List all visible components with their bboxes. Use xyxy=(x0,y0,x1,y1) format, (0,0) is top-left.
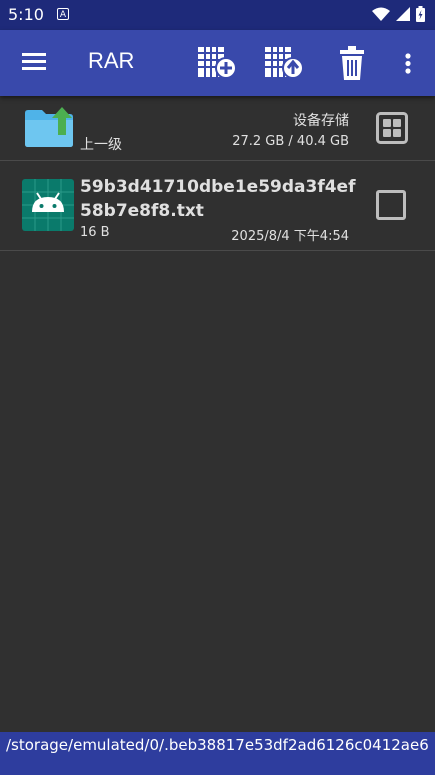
extract-button[interactable] xyxy=(264,44,304,84)
status-time: 5:10 xyxy=(8,5,44,24)
parent-directory-label: 上一级 xyxy=(80,137,122,153)
status-icons xyxy=(372,6,425,22)
add-to-archive-button[interactable] xyxy=(197,44,237,84)
menu-icon[interactable] xyxy=(20,50,48,76)
current-path: /storage/emulated/0/.beb38817e53df2ad612… xyxy=(0,732,435,775)
grid-select-icon xyxy=(376,112,408,144)
storage-size: 27.2 GB / 40.4 GB xyxy=(232,134,349,149)
android-file-icon xyxy=(22,179,74,231)
wifi-icon xyxy=(372,7,390,21)
parent-directory-row[interactable]: 上一级 设备存储 27.2 GB / 40.4 GB xyxy=(0,97,435,161)
more-options-button[interactable] xyxy=(398,44,418,84)
notification-icon: A xyxy=(57,8,69,20)
app-title: RAR xyxy=(88,48,135,73)
select-all-button[interactable] xyxy=(376,112,408,144)
battery-icon xyxy=(416,6,425,22)
signal-icon xyxy=(396,7,410,21)
file-name: 59b3d41710dbe1e59da3f4ef58b7e8f8.txt xyxy=(80,177,356,221)
file-list-item[interactable]: 59b3d41710dbe1e59da3f4ef58b7e8f8.txt 16 … xyxy=(0,161,435,251)
status-bar: 5:10 A xyxy=(0,0,435,30)
delete-button[interactable] xyxy=(336,44,376,84)
file-size: 16 B xyxy=(80,225,110,240)
file-date: 2025/8/4 下午4:54 xyxy=(231,229,349,244)
more-vert-icon xyxy=(405,53,411,74)
add-to-archive-icon xyxy=(198,47,237,79)
extract-icon xyxy=(265,47,304,79)
file-checkbox[interactable] xyxy=(376,190,406,220)
storage-label: 设备存储 xyxy=(293,113,349,129)
app-toolbar: RAR xyxy=(0,30,435,96)
folder-up-icon xyxy=(25,107,73,147)
delete-icon xyxy=(340,46,364,80)
